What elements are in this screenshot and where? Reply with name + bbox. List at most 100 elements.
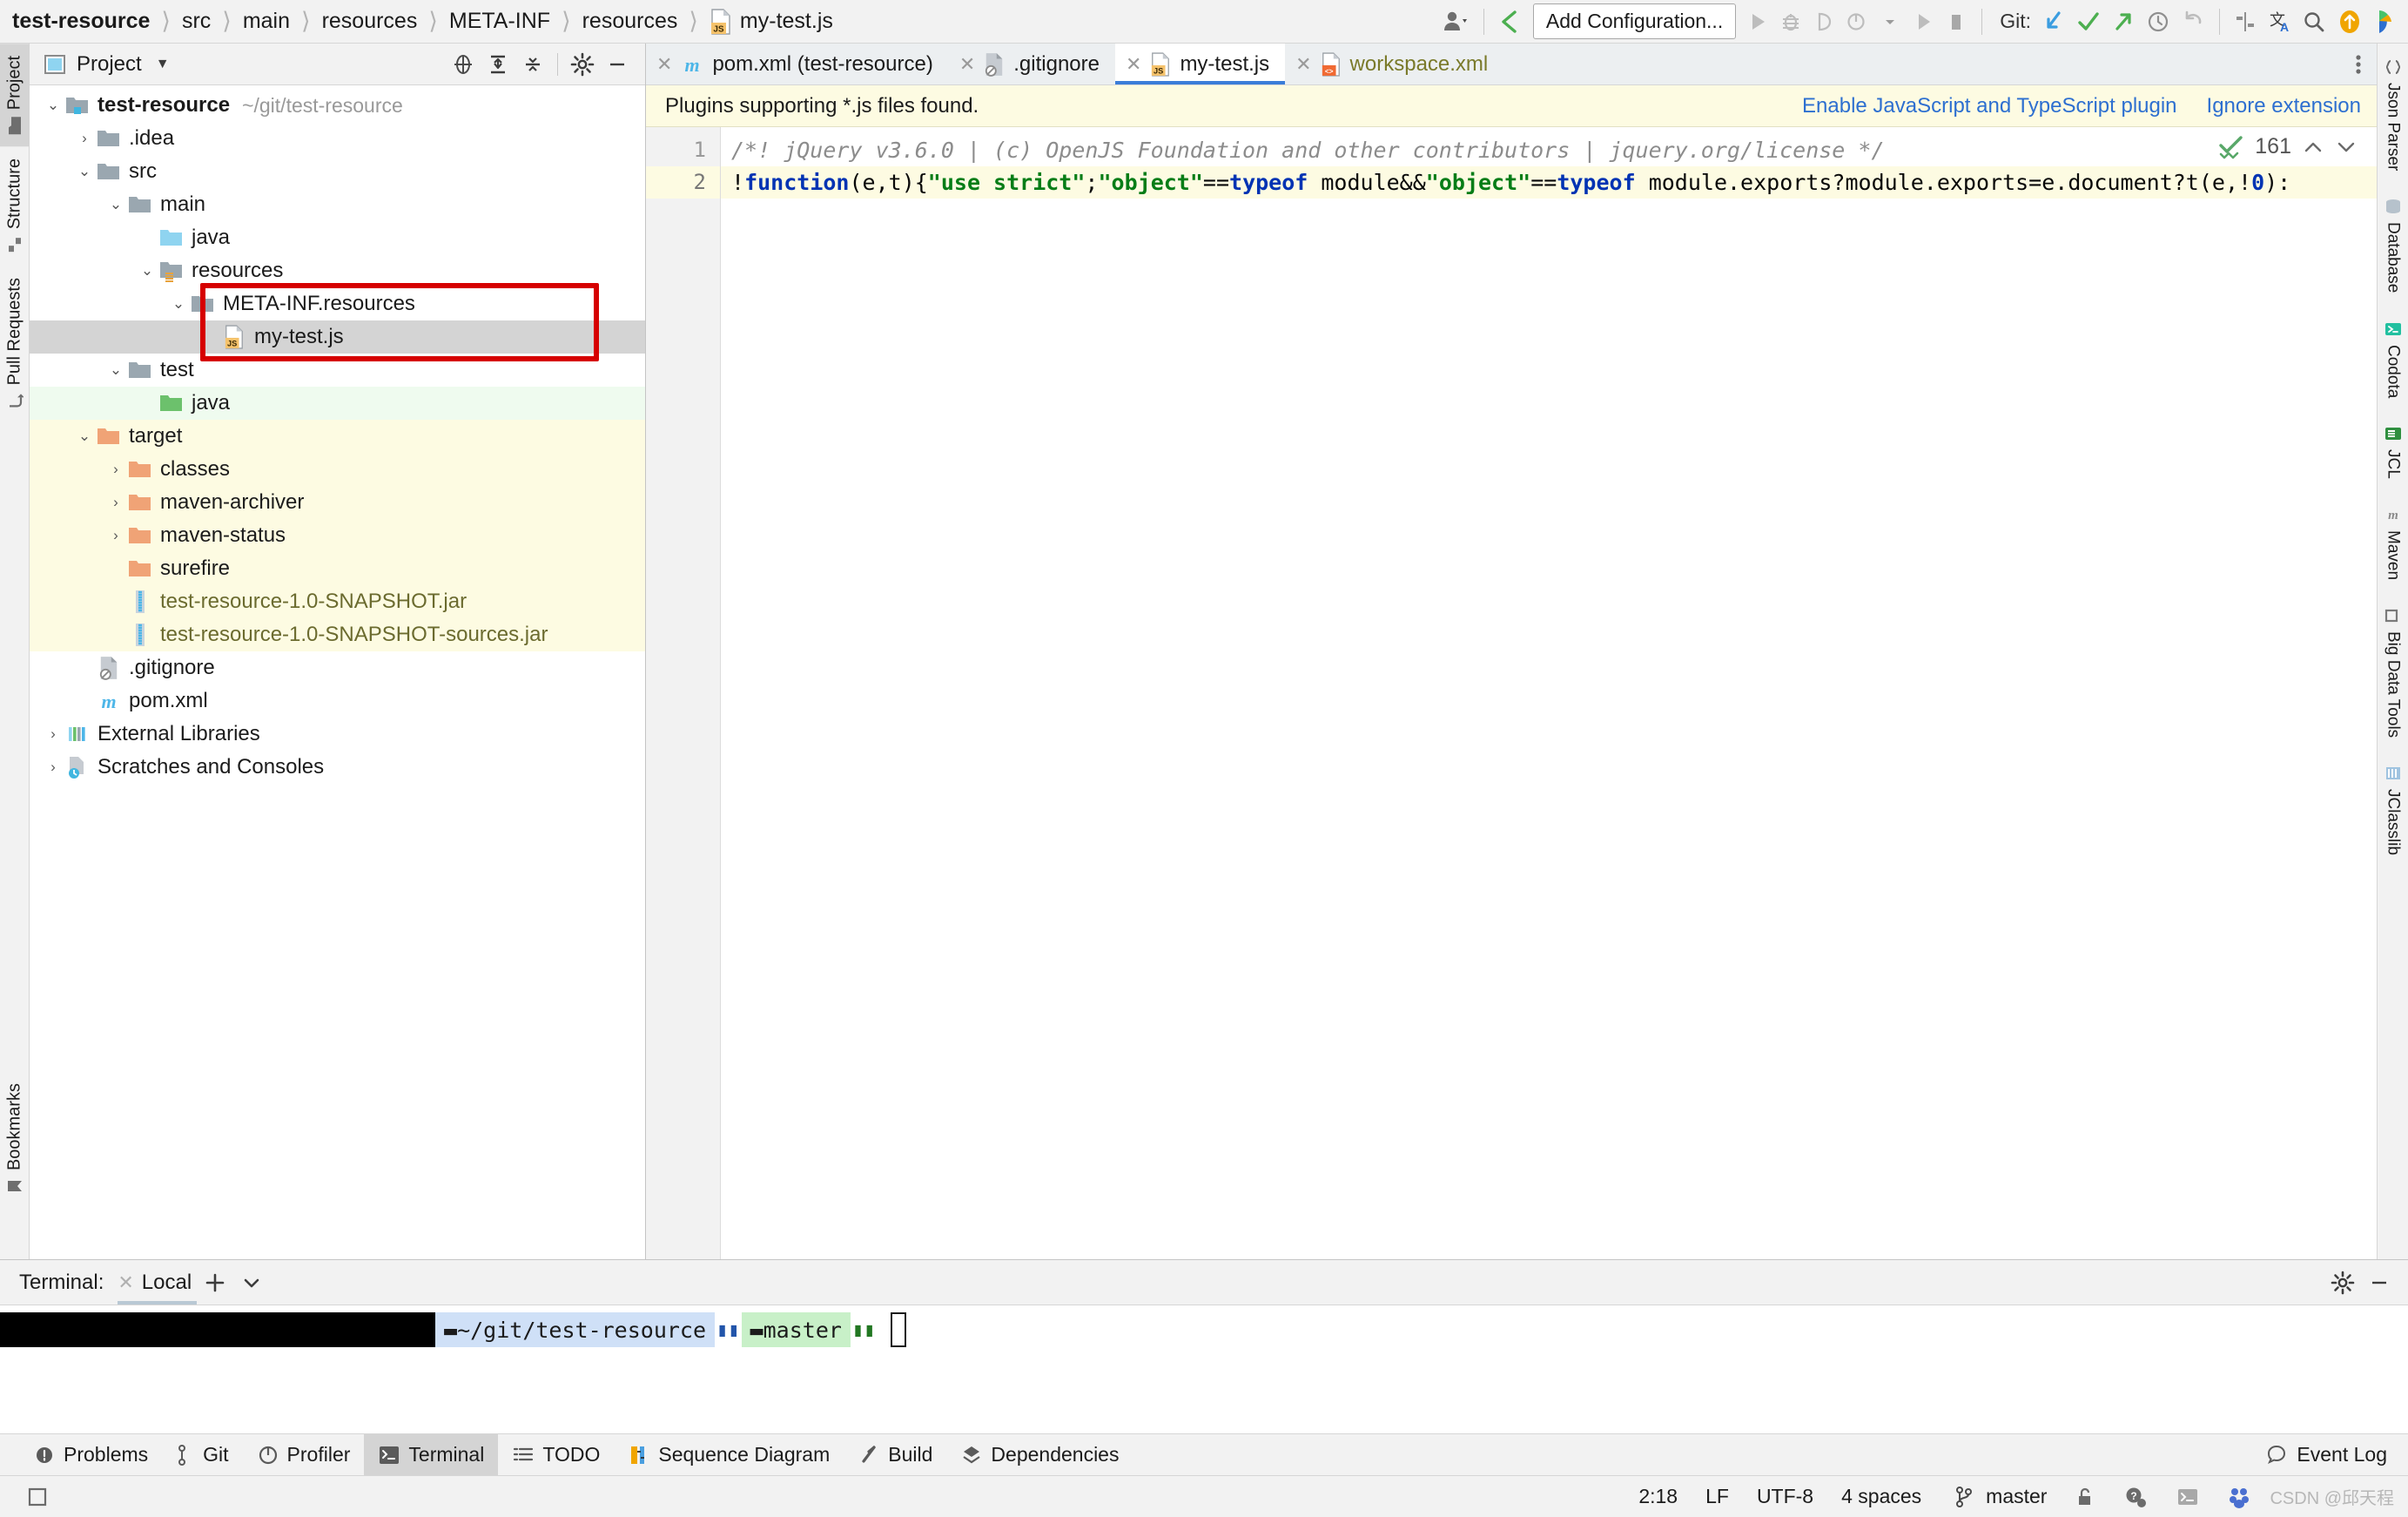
terminal-output[interactable]: ▬ ~/git/test-resource ▮▮ ▬ master ▮▮: [0, 1305, 2408, 1433]
tree-node[interactable]: java: [30, 221, 645, 254]
enable-plugin-link[interactable]: Enable JavaScript and TypeScript plugin: [1802, 94, 2177, 118]
bottom-tab-dependencies[interactable]: Dependencies: [946, 1434, 1133, 1475]
tree-node[interactable]: ›maven-archiver: [30, 486, 645, 519]
tree-node[interactable]: ›.idea: [30, 122, 645, 155]
sidebar-item-codota[interactable]: Codota: [2378, 307, 2408, 412]
sidebar-item-database[interactable]: Database: [2378, 185, 2408, 307]
code-line[interactable]: !function(e,t){"use strict";"object"==ty…: [721, 166, 2377, 199]
file-encoding[interactable]: UTF-8: [1743, 1485, 1827, 1508]
breadcrumb-file[interactable]: JS my-test.js: [710, 9, 833, 35]
minimize-icon[interactable]: [2361, 1264, 2398, 1301]
add-configuration-button[interactable]: Add Configuration...: [1533, 3, 1736, 39]
chevron-down-icon[interactable]: ⌄: [104, 361, 127, 379]
git-rollback-icon[interactable]: [2176, 0, 2210, 44]
git-branch-widget[interactable]: master: [1935, 1485, 2061, 1508]
breadcrumb-item-4[interactable]: META-INF: [449, 9, 550, 34]
editor-tab[interactable]: ✕.gitignore: [949, 44, 1115, 84]
prev-problem-icon[interactable]: [2302, 138, 2324, 157]
sidebar-item-jclasslib[interactable]: JClasslib: [2378, 752, 2408, 869]
line-number[interactable]: 1: [694, 134, 720, 166]
notifications-icon[interactable]: [2331, 0, 2368, 44]
chevron-down-icon[interactable]: ⌄: [136, 262, 158, 280]
stop-icon[interactable]: [1940, 0, 1973, 44]
close-icon[interactable]: ✕: [118, 1271, 133, 1294]
tree-node[interactable]: ⌄main: [30, 188, 645, 221]
locate-file-icon[interactable]: [446, 47, 481, 82]
event-log-button[interactable]: Event Log: [2244, 1434, 2408, 1475]
tree-node[interactable]: ›Scratches and Consoles: [30, 751, 645, 784]
sidebar-item-maven[interactable]: mMaven: [2378, 493, 2408, 594]
hide-panel-icon[interactable]: [600, 47, 635, 82]
chevron-right-icon[interactable]: ›: [104, 461, 127, 478]
next-problem-icon[interactable]: [2335, 138, 2358, 157]
breadcrumb-item-1[interactable]: src: [182, 9, 211, 34]
bottom-tab-problems[interactable]: Problems: [19, 1434, 162, 1475]
tree-node[interactable]: ⌄META-INF.resources: [30, 287, 645, 320]
close-icon[interactable]: ✕: [1295, 53, 1311, 76]
sidebar-item-jcl[interactable]: JCL: [2378, 412, 2408, 493]
tree-node[interactable]: JSmy-test.js: [30, 320, 645, 354]
chevron-down-icon[interactable]: ⌄: [73, 428, 96, 445]
chevron-right-icon[interactable]: ›: [104, 494, 127, 511]
bottom-tab-git[interactable]: Git: [162, 1434, 242, 1475]
close-icon[interactable]: ✕: [959, 53, 975, 76]
bottom-tab-todo[interactable]: TODO: [498, 1434, 614, 1475]
close-icon[interactable]: ✕: [656, 53, 672, 76]
sidebar-item-json-parser[interactable]: Json Parser: [2378, 45, 2408, 185]
bottom-tab-terminal[interactable]: Terminal: [364, 1434, 498, 1475]
bottom-tab-build[interactable]: Build: [844, 1434, 946, 1475]
tree-node[interactable]: java: [30, 387, 645, 420]
tree-node[interactable]: ›External Libraries: [30, 718, 645, 751]
chevron-right-icon[interactable]: ›: [42, 725, 64, 743]
editor-gutter[interactable]: 12: [646, 127, 721, 1259]
editor-tab[interactable]: ✕<>workspace.xml: [1285, 44, 1503, 84]
back-arrow-icon[interactable]: [1493, 0, 1528, 44]
chevron-down-icon[interactable]: [1873, 0, 1907, 44]
terminal-small-icon[interactable]: [2162, 1486, 2214, 1508]
terminal-tab-local[interactable]: ✕ Local: [118, 1260, 197, 1305]
terminal-sessions-dropdown[interactable]: [233, 1264, 270, 1301]
sidebar-item-pull-requests[interactable]: Pull Requests: [0, 266, 30, 421]
breadcrumb-item-5[interactable]: resources: [582, 9, 678, 34]
line-separator[interactable]: LF: [1692, 1485, 1743, 1508]
git-history-icon[interactable]: [2141, 0, 2176, 44]
project-tree[interactable]: ⌄test-resource~/git/test-resource›.idea⌄…: [30, 85, 645, 1259]
tree-node[interactable]: test-resource-1.0-SNAPSHOT-sources.jar: [30, 618, 645, 651]
new-terminal-session-button[interactable]: [197, 1264, 233, 1301]
breadcrumb-item-3[interactable]: resources: [322, 9, 418, 34]
inspection-widget[interactable]: 161: [2218, 134, 2358, 159]
close-icon[interactable]: ✕: [1126, 53, 1141, 76]
chevron-down-icon[interactable]: ⌄: [104, 196, 127, 213]
user-avatar-icon[interactable]: [1436, 0, 1475, 44]
ignore-extension-link[interactable]: Ignore extension: [2207, 94, 2361, 118]
bottom-tab-sequence-diagram[interactable]: Sequence Diagram: [614, 1434, 844, 1475]
collapse-all-icon[interactable]: [515, 47, 550, 82]
chevron-right-icon[interactable]: ›: [42, 758, 64, 776]
editor-lines[interactable]: /*! jQuery v3.6.0 | (c) OpenJS Foundatio…: [721, 127, 2377, 1259]
unlocked-icon[interactable]: [2061, 1486, 2109, 1508]
chevron-down-icon[interactable]: ⌄: [73, 163, 96, 180]
breadcrumb-item-2[interactable]: main: [243, 9, 290, 34]
ide-theme-icon[interactable]: [2368, 0, 2405, 44]
git-push-icon[interactable]: [2106, 0, 2141, 44]
chevron-right-icon[interactable]: ›: [104, 527, 127, 544]
settings-gear-icon[interactable]: [2324, 1264, 2361, 1301]
chevron-down-icon[interactable]: ⌄: [167, 295, 190, 313]
translate-icon[interactable]: 文 A: [2262, 0, 2297, 44]
search-everywhere-icon[interactable]: [2297, 0, 2331, 44]
chevron-right-icon[interactable]: ›: [73, 130, 96, 147]
tree-node[interactable]: test-resource-1.0-SNAPSHOT.jar: [30, 585, 645, 618]
tree-node[interactable]: .gitignore: [30, 651, 645, 684]
tree-node[interactable]: surefire: [30, 552, 645, 585]
tree-node[interactable]: ⌄target: [30, 420, 645, 453]
git-update-icon[interactable]: [2036, 0, 2071, 44]
code-line[interactable]: /*! jQuery v3.6.0 | (c) OpenJS Foundatio…: [721, 134, 2377, 166]
indent-setting[interactable]: 4 spaces: [1827, 1485, 1935, 1508]
chevron-down-icon[interactable]: ⌄: [42, 97, 64, 114]
code-editor[interactable]: 12 /*! jQuery v3.6.0 | (c) OpenJS Founda…: [646, 127, 2377, 1259]
sidebar-item-big-data-tools[interactable]: Big Data Tools: [2378, 594, 2408, 752]
tree-node[interactable]: ⌄test: [30, 354, 645, 387]
sidebar-item-project[interactable]: Project: [0, 44, 30, 146]
status-left-icon[interactable]: [12, 1486, 63, 1508]
run-with-coverage-icon[interactable]: [1807, 0, 1840, 44]
